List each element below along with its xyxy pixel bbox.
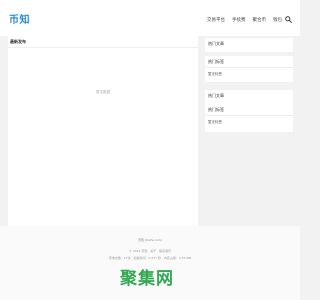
watermark-text: 聚集网 [120,269,174,289]
footer-copyright: © 2024 币知 · 关于 · 联系我们 [128,249,172,253]
footer-stats: 查询次数：17次 · 加载时间：0.037 秒 · 内存占用：4.55 MB [108,256,192,260]
watermark-logo: 聚集网 [120,264,200,289]
widget-empty-text: 暂无标签 [208,120,222,124]
widget-title: 热门标签 [208,107,224,112]
footer-brand-line[interactable]: 币知 (bizhi.com) [0,238,300,242]
divider [8,47,198,48]
nav-item-wallet[interactable]: 钱包 [273,17,282,23]
header: 币知 交易平台 手续费 聚合币 钱包 [0,0,300,36]
widget-empty-text: 暂无标签 [208,72,222,76]
widget-title: 热门文章 [208,93,224,98]
widget-title: 热门标签 [208,59,224,64]
top-nav: 交易平台 手续费 聚合币 钱包 [207,17,289,23]
divider [205,115,293,116]
latest-posts-title: 最新发布 [10,39,26,44]
widget-title: 热门文章 [208,41,224,46]
search-icon[interactable] [285,16,292,23]
nav-item-aggregator[interactable]: 聚合币 [253,17,267,23]
latest-posts-panel: 最新发布 暂无数据 [8,36,198,226]
divider [205,67,293,68]
hot-tags-widget: 热门标签 暂无标签 [205,56,293,82]
hot-articles-widget: 热门文章 [205,38,293,52]
empty-state-text: 暂无数据 [96,90,110,94]
site-logo[interactable]: 币知 [9,11,30,26]
hot-articles-widget-2: 热门文章 [205,90,293,104]
nav-item-exchanges[interactable]: 交易平台 [207,17,225,23]
nav-item-fees[interactable]: 手续费 [232,17,246,23]
hot-tags-widget-2: 热门标签 暂无标签 [205,104,293,132]
